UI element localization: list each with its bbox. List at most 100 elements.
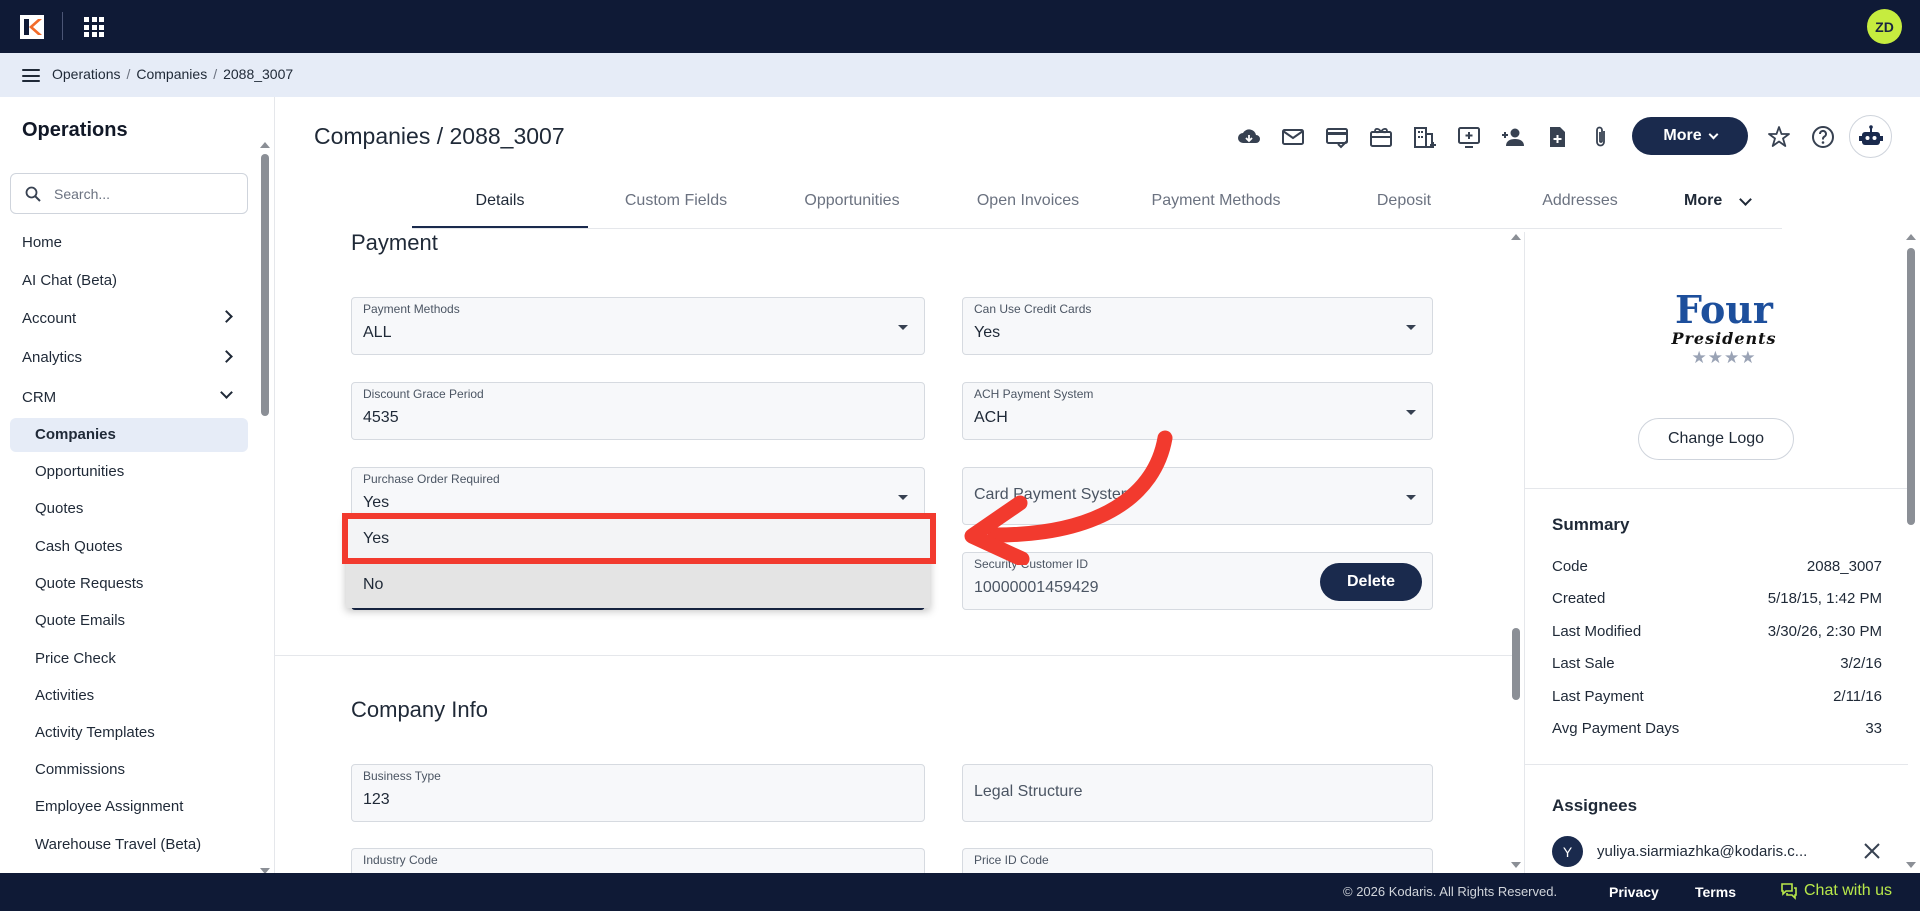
field-value: Yes bbox=[974, 324, 1001, 341]
panel-scrollbar[interactable] bbox=[1906, 232, 1916, 872]
main-scrollbar[interactable] bbox=[1511, 232, 1521, 872]
scroll-up-arrow-icon[interactable] bbox=[1511, 234, 1521, 240]
sidebar-scrollbar[interactable] bbox=[260, 142, 270, 874]
scrollbar-thumb[interactable] bbox=[1907, 248, 1915, 525]
sidebar-item-quote-requests[interactable]: Quote Requests bbox=[35, 575, 143, 592]
tab-opportunities[interactable]: Opportunities bbox=[764, 192, 940, 210]
chat-with-us-link[interactable]: Chat with us bbox=[1780, 882, 1892, 900]
payment-section-title: Payment bbox=[351, 230, 438, 255]
cloud-download-icon[interactable] bbox=[1236, 124, 1262, 150]
sidebar-item-analytics[interactable]: Analytics bbox=[22, 349, 82, 366]
privacy-link[interactable]: Privacy bbox=[1609, 884, 1659, 900]
sidebar-item-companies[interactable]: Companies bbox=[35, 426, 116, 443]
menu-icon[interactable] bbox=[22, 69, 40, 82]
industry-code-input[interactable]: Industry Code bbox=[351, 848, 925, 873]
business-type-input[interactable]: Business Type 123 bbox=[351, 764, 925, 822]
can-use-credit-cards-select[interactable]: Can Use Credit Cards Yes bbox=[962, 297, 1433, 355]
chevron-right-icon[interactable] bbox=[220, 310, 233, 323]
kodaris-logo-icon[interactable] bbox=[20, 15, 44, 39]
legal-structure-input[interactable]: Legal Structure bbox=[962, 764, 1433, 822]
assignee-email[interactable]: yuliya.siarmiazhka@kodaris.c... bbox=[1597, 843, 1807, 860]
remove-assignee-close-icon[interactable] bbox=[1863, 842, 1881, 860]
sidebar-item-home[interactable]: Home bbox=[22, 234, 62, 251]
scroll-down-arrow-icon[interactable] bbox=[1511, 862, 1521, 868]
add-document-icon[interactable] bbox=[1544, 124, 1570, 150]
chevron-down-icon[interactable] bbox=[220, 386, 233, 399]
breadcrumb-separator: / bbox=[213, 66, 218, 82]
tab-details[interactable]: Details bbox=[412, 192, 588, 210]
tab-deposit[interactable]: Deposit bbox=[1316, 192, 1492, 210]
star-icon[interactable] bbox=[1766, 124, 1792, 150]
summary-row: Avg Payment Days 33 bbox=[1552, 720, 1882, 737]
summary-row: Last Modified 3/30/26, 2:30 PM bbox=[1552, 623, 1882, 640]
assignee-avatar: Y bbox=[1552, 836, 1583, 867]
tab-open-invoices[interactable]: Open Invoices bbox=[940, 192, 1116, 210]
tab-payment-methods[interactable]: Payment Methods bbox=[1116, 192, 1316, 210]
sidebar-item-quote-emails[interactable]: Quote Emails bbox=[35, 612, 125, 629]
discount-grace-period-input[interactable]: Discount Grace Period 4535 bbox=[351, 382, 925, 440]
sidebar-item-cash-quotes[interactable]: Cash Quotes bbox=[35, 538, 123, 555]
terms-link[interactable]: Terms bbox=[1695, 884, 1736, 900]
attachment-icon[interactable] bbox=[1588, 124, 1614, 150]
sidebar-item-price-check[interactable]: Price Check bbox=[35, 650, 116, 667]
help-icon[interactable] bbox=[1810, 124, 1836, 150]
change-logo-button[interactable]: Change Logo bbox=[1638, 418, 1794, 460]
sidebar-item-commissions[interactable]: Commissions bbox=[35, 761, 125, 778]
sidebar-item-warehouse-travel[interactable]: Warehouse Travel (Beta) bbox=[35, 836, 201, 853]
breadcrumb: Operations / Companies / 2088_3007 bbox=[52, 66, 293, 82]
scrollbar-thumb[interactable] bbox=[261, 154, 269, 416]
more-actions-button[interactable]: More bbox=[1632, 117, 1748, 155]
panel-divider bbox=[1525, 764, 1908, 765]
building-add-icon[interactable] bbox=[1412, 124, 1438, 150]
scroll-up-arrow-icon[interactable] bbox=[1906, 234, 1916, 240]
ai-assistant-button[interactable] bbox=[1849, 115, 1892, 158]
sidebar-item-ai-chat[interactable]: AI Chat (Beta) bbox=[22, 272, 117, 289]
field-label: Can Use Credit Cards bbox=[974, 302, 1092, 316]
robot-icon bbox=[1858, 124, 1883, 145]
sidebar-item-opportunities[interactable]: Opportunities bbox=[35, 463, 124, 480]
sidebar-search-input[interactable]: Search... bbox=[10, 173, 248, 214]
field-value: 10000001459429 bbox=[974, 579, 1099, 596]
top-bar: ZD bbox=[0, 0, 1920, 53]
page-title: Companies / 2088_3007 bbox=[314, 123, 565, 149]
sidebar-item-account[interactable]: Account bbox=[22, 310, 76, 327]
chevron-down-icon[interactable] bbox=[1739, 193, 1752, 206]
add-person-icon[interactable] bbox=[1500, 124, 1526, 150]
sidebar-item-employee-assignment[interactable]: Employee Assignment bbox=[35, 798, 183, 815]
tab-bar: Details Custom Fields Opportunities Open… bbox=[412, 184, 1782, 229]
dropdown-arrow-icon bbox=[898, 495, 908, 500]
gift-card-icon[interactable] bbox=[1368, 124, 1394, 150]
chevron-right-icon[interactable] bbox=[220, 350, 233, 363]
sidebar-item-crm[interactable]: CRM bbox=[22, 389, 56, 406]
user-avatar[interactable]: ZD bbox=[1867, 9, 1902, 44]
dropdown-arrow-icon bbox=[1406, 325, 1416, 330]
apps-grid-icon[interactable] bbox=[84, 17, 104, 37]
tab-custom-fields[interactable]: Custom Fields bbox=[588, 192, 764, 210]
tab-more[interactable]: More bbox=[1684, 192, 1722, 210]
assignees-title: Assignees bbox=[1552, 796, 1638, 815]
field-label: ACH Payment System bbox=[974, 387, 1094, 401]
breadcrumb-current: 2088_3007 bbox=[223, 66, 294, 82]
sidebar-item-activities[interactable]: Activities bbox=[35, 687, 94, 704]
company-logo: Four Presidents ★★★★ bbox=[1671, 287, 1777, 368]
dropdown-arrow-icon bbox=[1406, 410, 1416, 415]
company-summary-panel: Four Presidents ★★★★ Change Logo Summary… bbox=[1524, 232, 1908, 873]
payment-methods-select[interactable]: Payment Methods ALL bbox=[351, 297, 925, 355]
option-no[interactable]: No bbox=[346, 562, 930, 608]
tab-addresses[interactable]: Addresses bbox=[1492, 192, 1668, 210]
sidebar-item-quotes[interactable]: Quotes bbox=[35, 500, 83, 517]
field-value: ALL bbox=[363, 324, 392, 341]
scroll-up-arrow-icon[interactable] bbox=[260, 142, 270, 148]
scroll-down-arrow-icon[interactable] bbox=[1906, 862, 1916, 868]
add-to-screen-icon[interactable] bbox=[1456, 124, 1482, 150]
company-info-section-title: Company Info bbox=[351, 697, 488, 722]
sidebar-item-activity-templates[interactable]: Activity Templates bbox=[35, 724, 155, 741]
card-check-icon[interactable] bbox=[1324, 124, 1350, 150]
breadcrumb-operations[interactable]: Operations bbox=[52, 66, 120, 82]
scrollbar-thumb[interactable] bbox=[1512, 628, 1520, 700]
email-icon[interactable] bbox=[1280, 124, 1306, 150]
delete-button[interactable]: Delete bbox=[1320, 563, 1422, 601]
breadcrumb-companies[interactable]: Companies bbox=[136, 66, 207, 82]
price-id-code-input[interactable]: Price ID Code bbox=[962, 848, 1433, 873]
field-value: 4535 bbox=[363, 409, 399, 426]
